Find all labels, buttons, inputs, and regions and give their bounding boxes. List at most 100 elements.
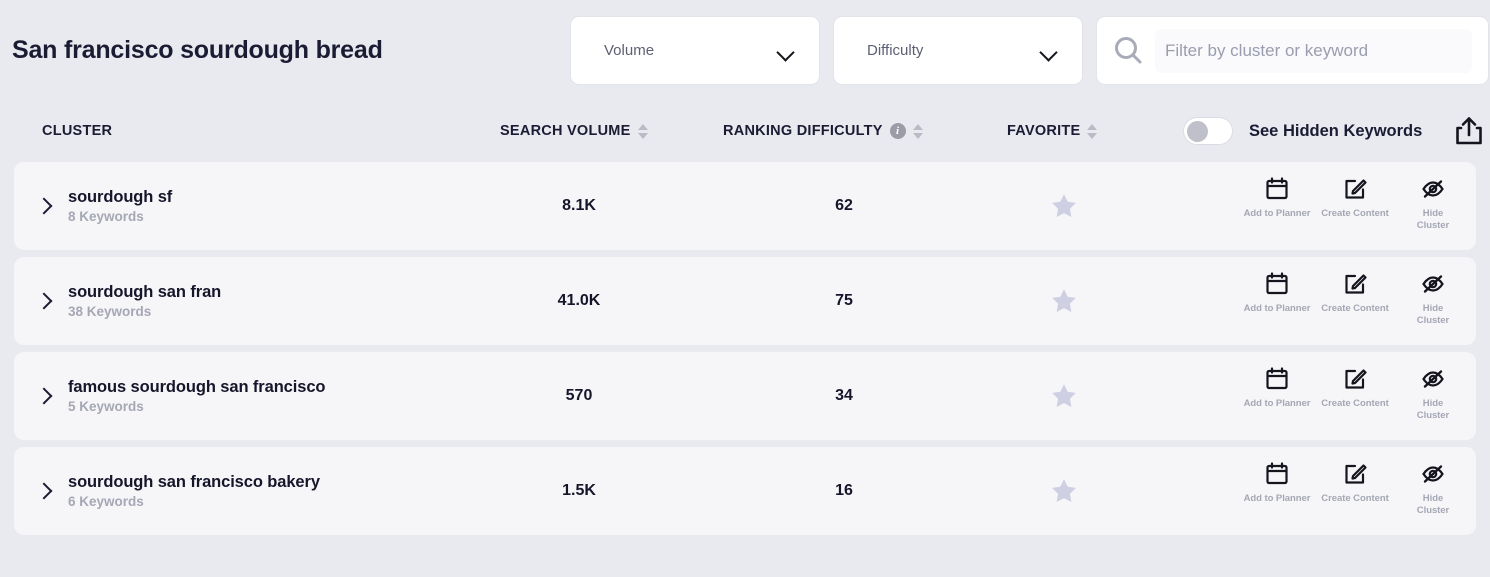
star-icon[interactable]: [1049, 286, 1079, 316]
difficulty-filter-label: Difficulty: [867, 42, 924, 59]
search-icon: [1115, 36, 1142, 63]
cluster-keyword-count: 8 Keywords: [68, 209, 144, 225]
hide-cluster-label: Hide Cluster: [1416, 303, 1450, 326]
toggle-knob: [1187, 120, 1208, 142]
star-icon[interactable]: [1049, 476, 1079, 506]
ranking-difficulty-value: 34: [835, 387, 853, 404]
export-button[interactable]: [1452, 114, 1486, 148]
table-row[interactable]: famous sourdough san francisco 5 Keyword…: [14, 352, 1476, 440]
see-hidden-keywords-label: See Hidden Keywords: [1249, 121, 1423, 140]
ranking-difficulty-value: 16: [835, 482, 853, 499]
cluster-cell: sourdough san francisco bakery 6 Keyword…: [68, 471, 320, 511]
chevron-right-icon[interactable]: [34, 481, 54, 501]
calendar-icon: [1266, 177, 1288, 200]
search-input[interactable]: [1155, 28, 1472, 73]
hide-cluster-button[interactable]: Hide Cluster: [1394, 461, 1472, 517]
row-actions: Add to Planner Create Content Hide Clust…: [1238, 461, 1472, 517]
table-row[interactable]: sourdough san francisco bakery 6 Keyword…: [14, 447, 1476, 535]
favorite-cell[interactable]: [1034, 191, 1094, 221]
export-upload-icon: [1456, 117, 1483, 145]
star-icon[interactable]: [1049, 381, 1079, 411]
chevron-down-icon: [778, 46, 794, 56]
table-row[interactable]: sourdough sf 8 Keywords 8.1K 62 Add to P…: [14, 162, 1476, 250]
ranking-difficulty-value: 75: [835, 292, 853, 309]
create-content-button[interactable]: Create Content: [1316, 366, 1394, 410]
cluster-table-body: sourdough sf 8 Keywords 8.1K 62 Add to P…: [0, 162, 1490, 535]
cluster-name: famous sourdough san francisco: [68, 377, 326, 396]
eye-slash-icon: [1422, 275, 1444, 293]
row-actions: Add to Planner Create Content Hide Clust…: [1238, 176, 1472, 232]
eye-slash-icon: [1422, 465, 1444, 483]
table-row[interactable]: sourdough san fran 38 Keywords 41.0K 75 …: [14, 257, 1476, 345]
edit-square-icon: [1345, 274, 1367, 294]
column-header-favorite[interactable]: FAVORITE: [1007, 100, 1098, 162]
create-content-label: Create Content: [1321, 303, 1389, 314]
volume-filter-dropdown[interactable]: Volume: [570, 16, 820, 85]
cluster-name: sourdough san francisco bakery: [68, 472, 320, 491]
column-header-cluster-label: CLUSTER: [42, 123, 113, 139]
sort-arrows-icon[interactable]: [637, 123, 648, 140]
calendar-icon: [1266, 272, 1288, 295]
cluster-name: sourdough san fran: [68, 282, 222, 301]
row-actions: Add to Planner Create Content Hide Clust…: [1238, 271, 1472, 327]
cluster-cell: famous sourdough san francisco 5 Keyword…: [68, 376, 325, 416]
sort-arrows-icon[interactable]: [912, 123, 923, 140]
favorite-cell[interactable]: [1034, 286, 1094, 316]
see-hidden-keywords-toggle[interactable]: [1183, 117, 1233, 145]
edit-square-icon: [1345, 464, 1367, 484]
add-to-planner-label: Add to Planner: [1243, 493, 1311, 504]
chevron-down-icon: [1041, 46, 1057, 56]
create-content-button[interactable]: Create Content: [1316, 176, 1394, 220]
column-header-search-volume[interactable]: SEARCH VOLUME: [500, 100, 648, 162]
cluster-keyword-count: 5 Keywords: [68, 399, 144, 415]
calendar-icon: [1266, 367, 1288, 390]
filter-controls: Volume Difficulty: [570, 16, 1489, 85]
column-header-cluster[interactable]: CLUSTER: [42, 100, 112, 162]
hide-cluster-button[interactable]: Hide Cluster: [1394, 176, 1472, 232]
create-content-label: Create Content: [1321, 208, 1389, 219]
chevron-right-icon[interactable]: [34, 386, 54, 406]
calendar-icon: [1266, 462, 1288, 485]
volume-filter-label: Volume: [604, 42, 655, 59]
hide-cluster-button[interactable]: Hide Cluster: [1394, 271, 1472, 327]
info-icon[interactable]: i: [889, 123, 906, 139]
hide-cluster-label: Hide Cluster: [1416, 493, 1450, 516]
add-to-planner-label: Add to Planner: [1243, 208, 1311, 219]
ranking-difficulty-value: 62: [835, 197, 853, 214]
top-bar: San francisco sourdough bread Volume Dif…: [0, 0, 1490, 100]
search-volume-value: 41.0K: [557, 292, 601, 309]
column-header-favorite-label: FAVORITE: [1007, 123, 1081, 139]
eye-slash-icon: [1422, 180, 1444, 198]
add-to-planner-button[interactable]: Add to Planner: [1238, 271, 1316, 315]
cluster-cell: sourdough sf 8 Keywords: [68, 186, 172, 226]
search-volume-value: 8.1K: [562, 197, 596, 214]
chevron-right-icon[interactable]: [34, 291, 54, 311]
column-header-ranking-difficulty-label: RANKING DIFFICULTY: [723, 123, 883, 139]
add-to-planner-label: Add to Planner: [1243, 303, 1311, 314]
page-title: San francisco sourdough bread: [12, 35, 383, 64]
cluster-keyword-count: 38 Keywords: [68, 304, 152, 320]
difficulty-filter-dropdown[interactable]: Difficulty: [833, 16, 1083, 85]
chevron-right-icon[interactable]: [34, 196, 54, 216]
add-to-planner-button[interactable]: Add to Planner: [1238, 176, 1316, 220]
search-box[interactable]: [1096, 16, 1489, 85]
column-header-ranking-difficulty[interactable]: RANKING DIFFICULTY i: [723, 100, 923, 162]
sort-arrows-icon[interactable]: [1087, 123, 1098, 140]
hide-cluster-button[interactable]: Hide Cluster: [1394, 366, 1472, 422]
add-to-planner-label: Add to Planner: [1243, 398, 1311, 409]
edit-square-icon: [1345, 369, 1367, 389]
cluster-name: sourdough sf: [68, 187, 173, 206]
eye-slash-icon: [1422, 370, 1444, 388]
create-content-button[interactable]: Create Content: [1316, 271, 1394, 315]
table-header: CLUSTER SEARCH VOLUME RANKING DIFFICULTY…: [0, 100, 1490, 162]
star-icon[interactable]: [1049, 191, 1079, 221]
add-to-planner-button[interactable]: Add to Planner: [1238, 461, 1316, 505]
create-content-label: Create Content: [1321, 398, 1389, 409]
favorite-cell[interactable]: [1034, 381, 1094, 411]
create-content-button[interactable]: Create Content: [1316, 461, 1394, 505]
add-to-planner-button[interactable]: Add to Planner: [1238, 366, 1316, 410]
column-header-search-volume-label: SEARCH VOLUME: [500, 123, 631, 139]
hide-cluster-label: Hide Cluster: [1416, 398, 1450, 421]
favorite-cell[interactable]: [1034, 476, 1094, 506]
edit-square-icon: [1345, 179, 1367, 199]
